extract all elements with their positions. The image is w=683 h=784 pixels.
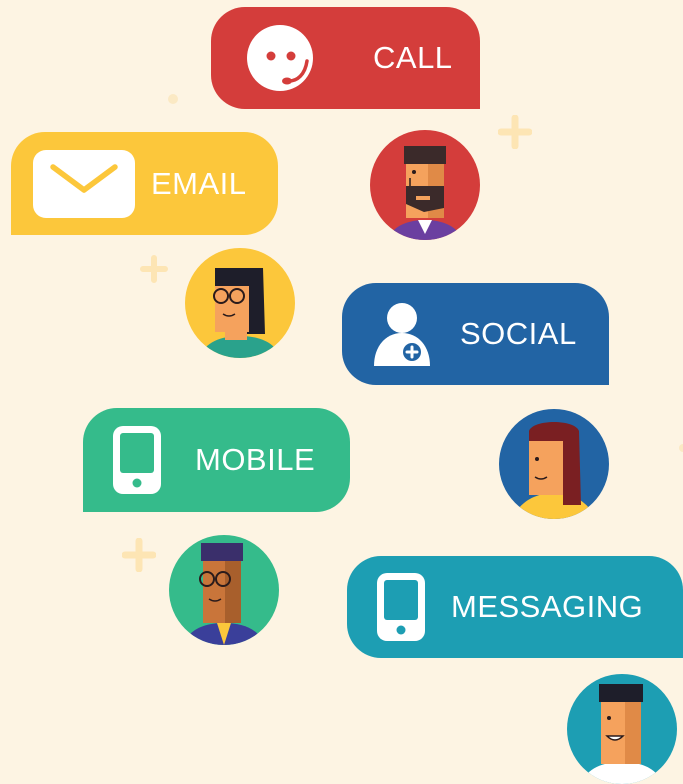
- phone-icon: [377, 573, 425, 641]
- sparkle-plus-icon: [498, 115, 532, 149]
- man-with-glasses-avatar: [169, 535, 279, 645]
- call-bubble[interactable]: CALL: [211, 7, 480, 109]
- sparkle-dot-icon: [679, 444, 683, 452]
- woman-long-hair-avatar: [499, 409, 609, 519]
- messaging-bubble[interactable]: MESSAGING: [347, 556, 683, 658]
- sparkle-dot-icon: [168, 94, 178, 104]
- social-label: SOCIAL: [460, 316, 577, 351]
- bearded-man-avatar: [370, 130, 480, 240]
- sparkle-plus-icon: [122, 538, 156, 572]
- sparkle-plus-icon: [140, 255, 168, 283]
- email-label: EMAIL: [151, 165, 247, 201]
- email-bubble[interactable]: EMAIL: [11, 132, 278, 235]
- messaging-label: MESSAGING: [451, 589, 644, 624]
- phone-icon: [113, 426, 161, 494]
- mobile-label: MOBILE: [195, 442, 316, 477]
- smiling-man-avatar: [567, 674, 677, 784]
- social-bubble[interactable]: SOCIAL: [342, 283, 609, 385]
- mobile-bubble[interactable]: MOBILE: [83, 408, 350, 512]
- headset-icon: [247, 25, 313, 91]
- woman-with-glasses-avatar: [185, 248, 295, 358]
- call-label: CALL: [373, 40, 453, 75]
- add-person-icon: [374, 303, 430, 366]
- envelope-icon: [33, 149, 135, 218]
